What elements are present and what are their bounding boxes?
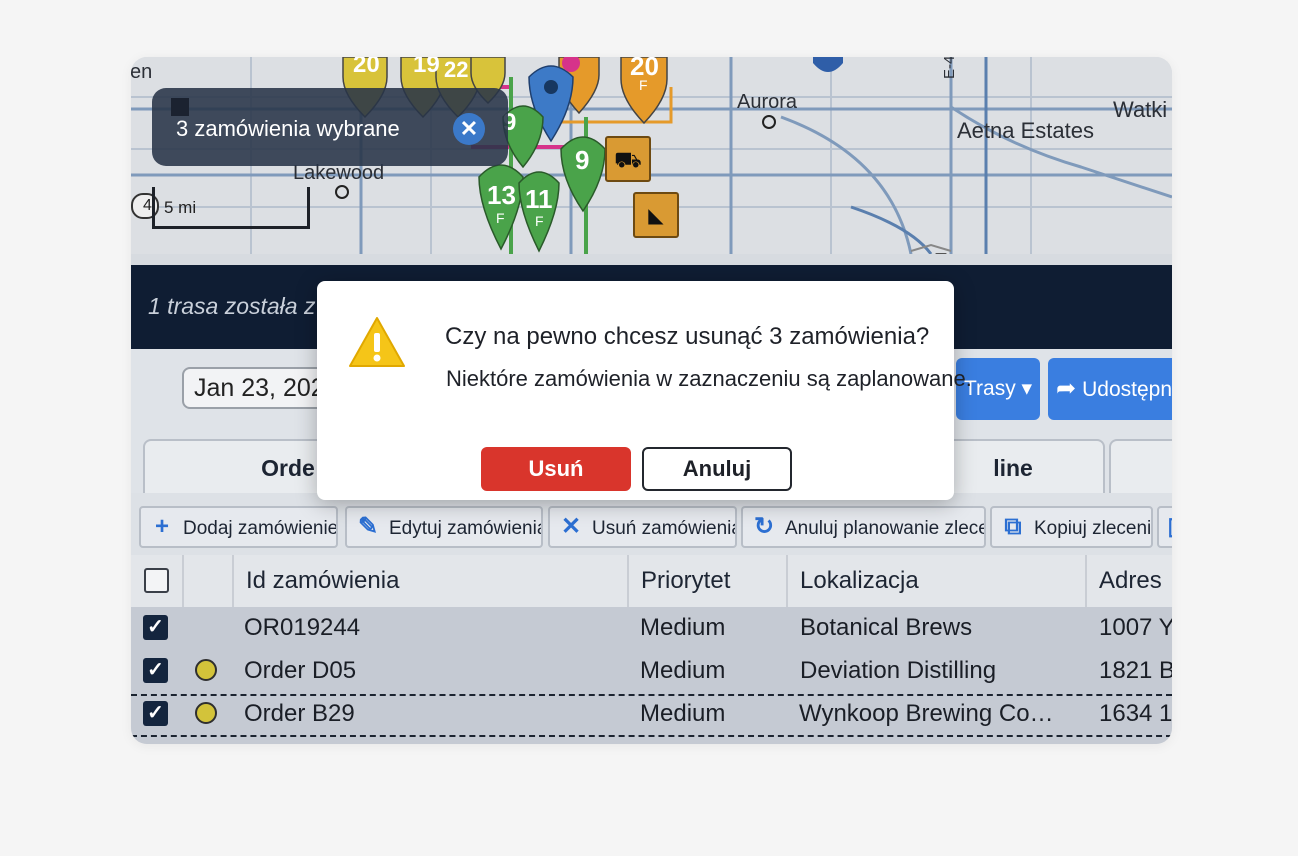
priority-cell: Medium — [640, 614, 726, 641]
location-cell: Wynkoop Brewing Co… — [799, 700, 1054, 727]
tab-label: Orde — [261, 455, 315, 481]
status-column-header — [182, 555, 232, 607]
select-all-checkbox[interactable] — [144, 568, 169, 593]
construction-poi-icon[interactable]: ◣ — [633, 192, 679, 238]
clear-selection-icon[interactable]: ✕ — [453, 113, 485, 145]
table-row[interactable]: ✓ Order B29 Medium Wynkoop Brewing Co… 1… — [131, 692, 1172, 735]
address-cell: 1634 1 — [1099, 700, 1172, 727]
tab-label: line — [993, 455, 1033, 481]
confirm-delete-button[interactable]: Usuń — [481, 447, 631, 491]
map-marker-sublabel: F — [535, 213, 544, 229]
priority-cell: Medium — [640, 657, 726, 684]
map-view[interactable]: 20 19 22 9 13 11 9 20 F F F Aurora Aetna… — [131, 57, 1172, 254]
selection-count-label: 3 zamówienia wybrane — [176, 116, 400, 141]
more-toolbar-button[interactable]: ▯ — [1157, 506, 1172, 548]
plus-icon: + — [154, 513, 169, 540]
orders-toolbar: + Dodaj zamówienie ✎ Edytuj zamówienia ✕ Us… — [131, 493, 1172, 555]
map-marker-label: 9 — [575, 145, 590, 175]
dialog-message: Niektóre zamówienia w zaznaczeniu są zap… — [446, 366, 972, 391]
more-icon: ▯ — [1163, 508, 1172, 546]
row-checkbox[interactable]: ✓ — [143, 701, 168, 726]
delete-confirmation-dialog: Czy na pewno chcesz usunąć 3 zamówienia?… — [317, 281, 972, 500]
share-button[interactable]: ➦ Udostępni — [1048, 358, 1172, 420]
selection-handle-icon — [171, 98, 189, 116]
add-order-button[interactable]: + Dodaj zamówienie — [139, 506, 338, 548]
dialog-title: Czy na pewno chcesz usunąć 3 zamówienia? — [445, 323, 930, 350]
column-header-address[interactable]: Adres — [1085, 555, 1172, 607]
location-cell: Deviation Distilling — [800, 657, 997, 684]
location-cell: Botanical Brews — [800, 614, 973, 641]
row-checkbox[interactable]: ✓ — [143, 615, 168, 640]
order-id-cell: OR019244 — [244, 614, 361, 641]
truck-poi-icon[interactable]: ⛟ — [605, 136, 651, 182]
unschedule-orders-label: Anuluj planowanie zleceń — [785, 518, 986, 539]
share-icon: ➦ — [1056, 375, 1077, 402]
undo-icon: ↻ — [753, 513, 775, 540]
map-place-label: en — [131, 61, 153, 83]
row-checkbox[interactable]: ✓ — [143, 658, 168, 683]
delete-orders-button[interactable]: ✕ Usuń zamówienia — [548, 506, 737, 548]
pencil-icon: ✎ — [357, 513, 379, 540]
map-marker-label: 22 — [444, 57, 469, 82]
status-dot-icon — [195, 702, 217, 724]
cancel-button[interactable]: Anuluj — [642, 447, 792, 491]
map-place-label: Aurora — [737, 91, 798, 113]
map-place-label: Aetna Estates — [957, 118, 1094, 143]
drop-zone-divider — [131, 735, 1172, 737]
table-header: Id zamówienia Priorytet Lokalizacja Adre… — [131, 555, 1172, 607]
column-header-priority[interactable]: Priorytet — [627, 555, 787, 607]
map-scale-label: 5 mi — [164, 198, 197, 217]
add-order-label: Dodaj zamówienie — [183, 518, 338, 539]
delete-orders-label: Usuń zamówienia — [592, 518, 737, 539]
close-icon: ✕ — [560, 513, 582, 540]
address-cell: 1821 B — [1099, 657, 1172, 684]
order-id-cell: Order D05 — [244, 657, 357, 684]
selection-indicator: 3 zamówienia wybrane ✕ — [152, 88, 508, 166]
column-header-order-id[interactable]: Id zamówienia — [232, 555, 629, 607]
map-marker-label: 19 — [413, 57, 440, 78]
table-row[interactable]: ✓ Order D05 Medium Deviation Distilling … — [131, 649, 1172, 692]
map-marker-sublabel: F — [639, 77, 648, 93]
copy-icon: ⧉ — [1004, 513, 1022, 540]
order-id-cell: Order B29 — [244, 700, 355, 727]
route-status-text: 1 trasa została z — [148, 293, 316, 319]
map-place-label: Watki — [1113, 97, 1168, 122]
address-cell: 1007 Y — [1099, 614, 1172, 641]
tab-more[interactable] — [1109, 439, 1172, 493]
priority-cell: Medium — [640, 700, 726, 727]
status-dot-icon — [195, 659, 217, 681]
map-highway-label: E-470 — [941, 57, 958, 79]
table-row[interactable]: ✓ OR019244 Medium Botanical Brews 1007 Y — [131, 606, 1172, 649]
edit-orders-button[interactable]: ✎ Edytuj zamówienia — [345, 506, 543, 548]
map-marker-label: 11 — [525, 184, 553, 214]
edit-orders-label: Edytuj zamówienia — [389, 518, 543, 539]
map-marker-label: 13 — [487, 180, 516, 210]
copy-orders-label: Kopiuj zlecenia — [1034, 518, 1153, 539]
warning-icon — [349, 317, 405, 367]
unschedule-orders-button[interactable]: ↻ Anuluj planowanie zleceń — [741, 506, 986, 548]
map-marker-label: 20 — [353, 57, 380, 78]
column-header-location[interactable]: Lokalizacja — [786, 555, 1086, 607]
copy-orders-button[interactable]: ⧉ Kopiuj zlecenia — [990, 506, 1153, 548]
map-marker-sublabel: F — [496, 210, 505, 226]
orders-table: Id zamówienia Priorytet Lokalizacja Adre… — [131, 555, 1172, 744]
share-label: Udostępni — [1082, 378, 1172, 401]
